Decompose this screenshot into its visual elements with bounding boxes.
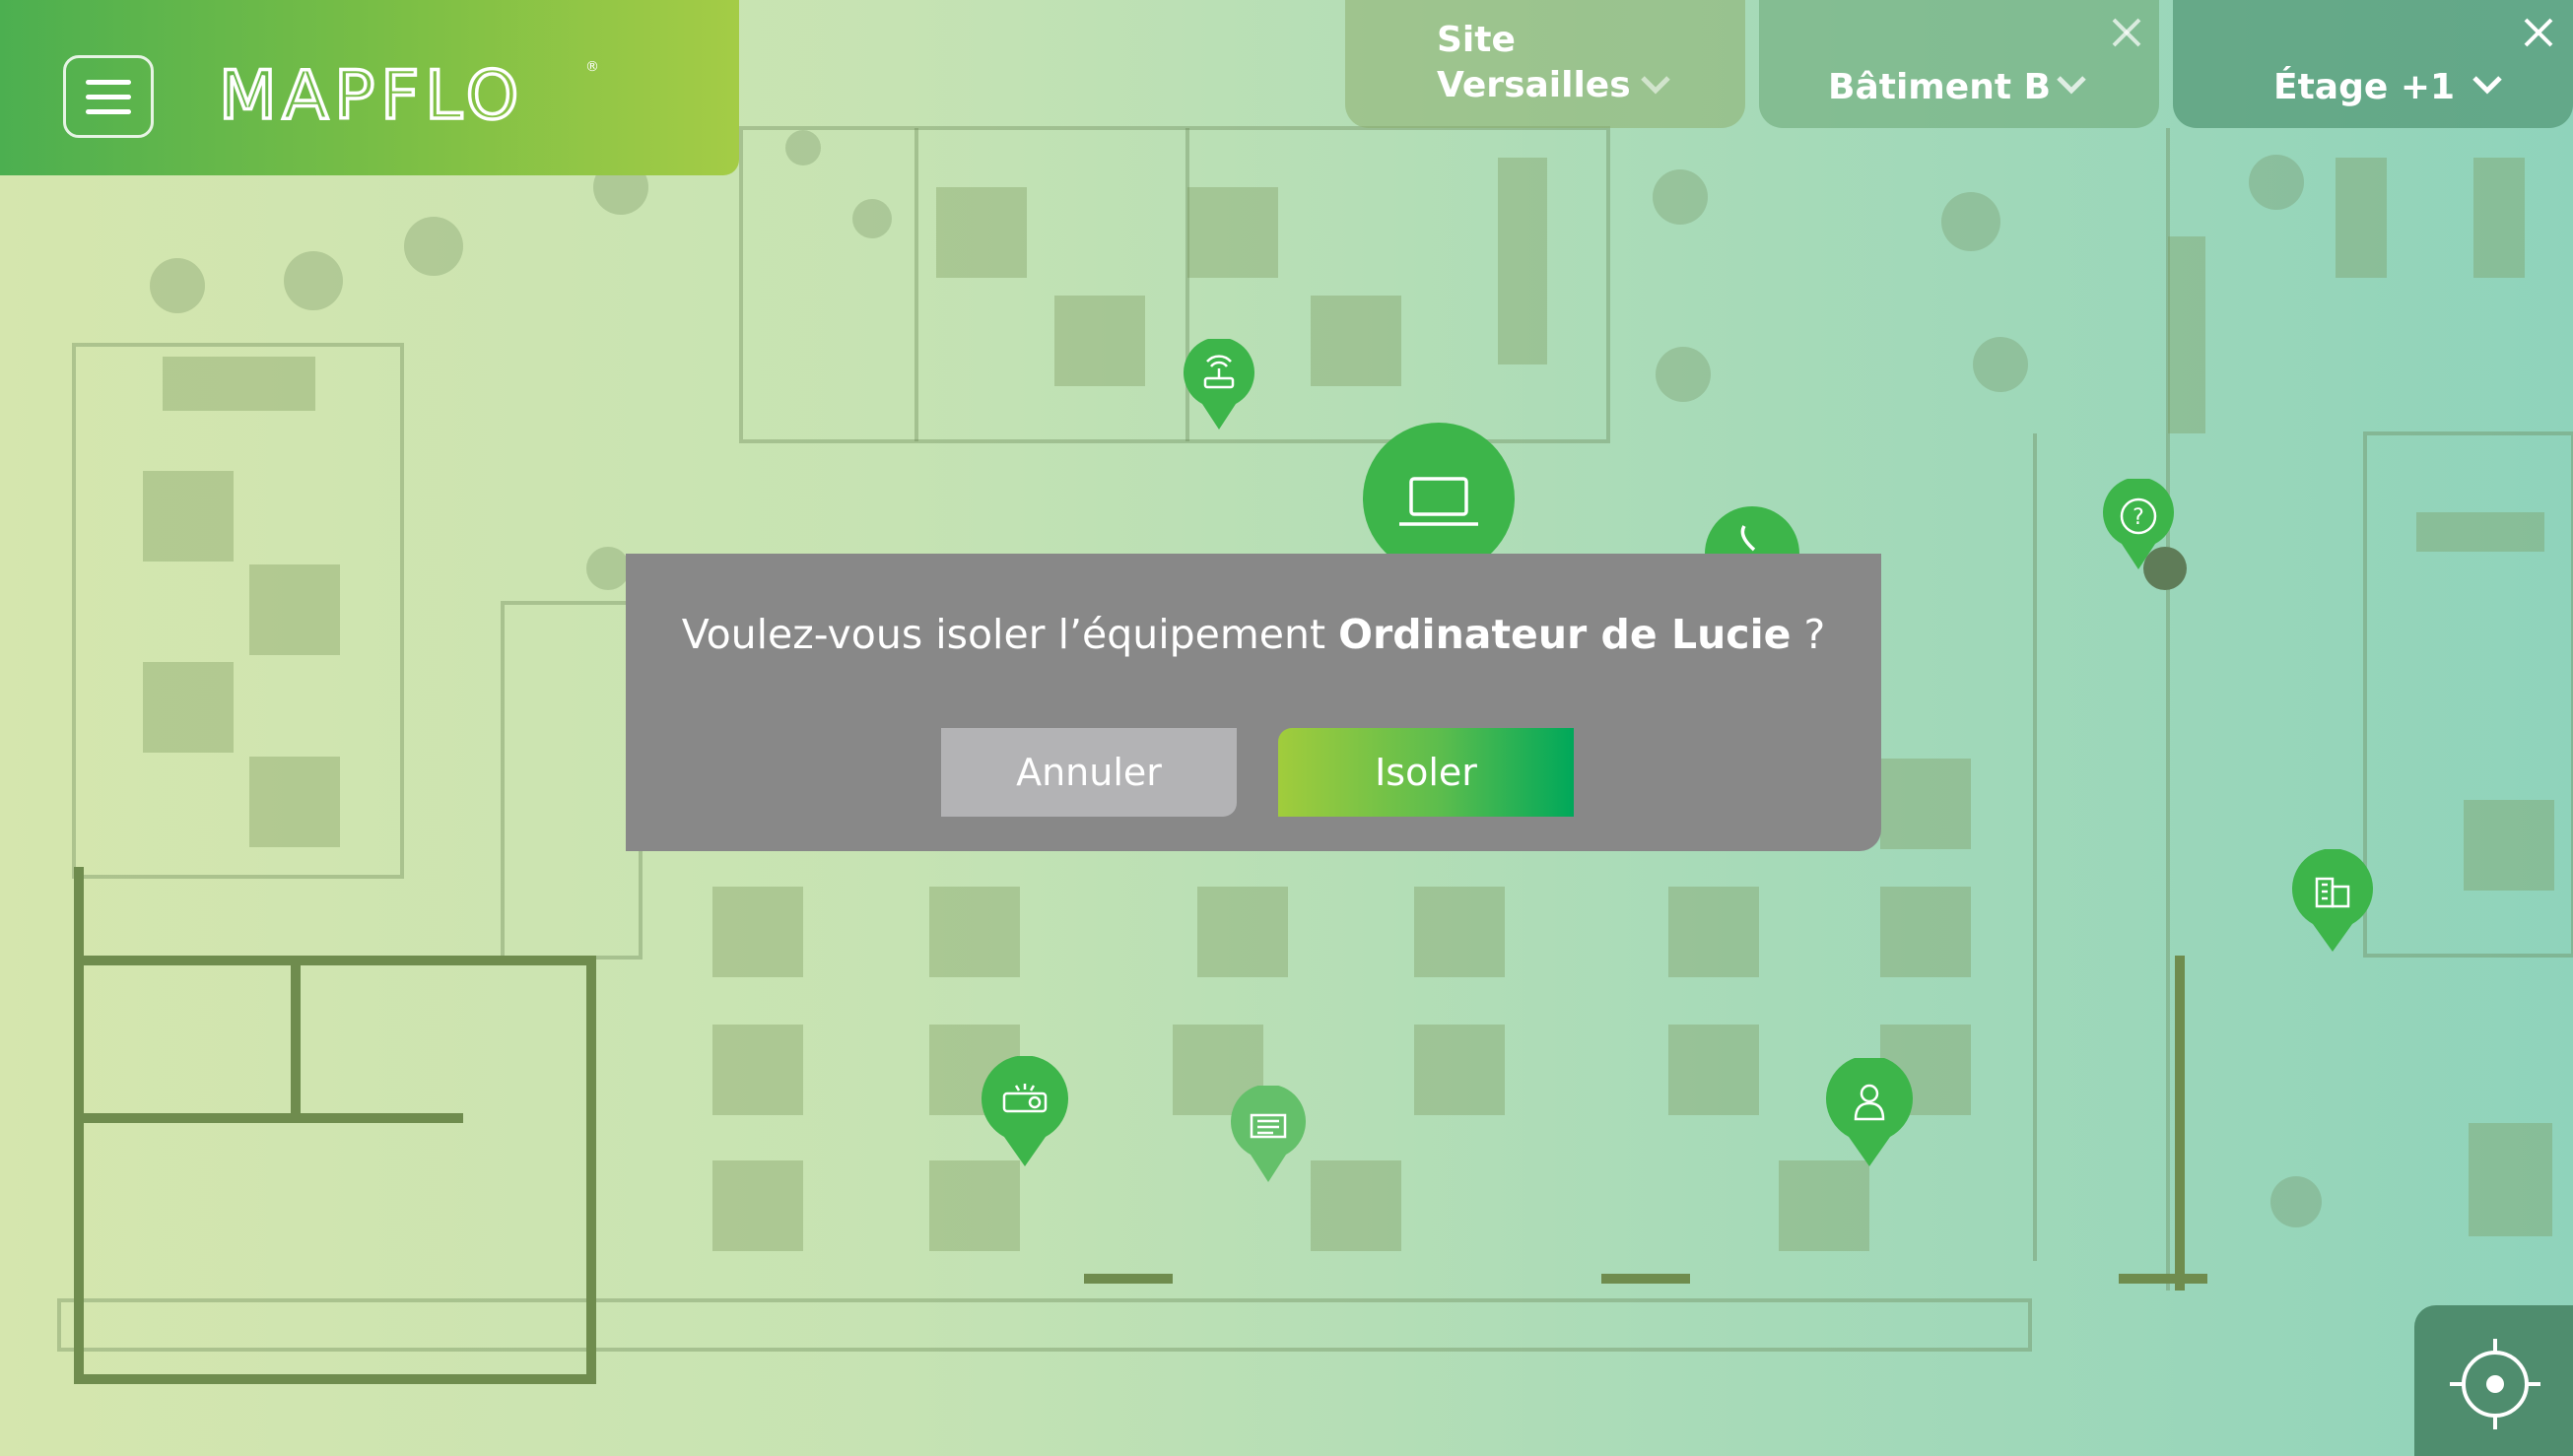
map-pin-phone[interactable] — [1705, 496, 1799, 554]
map-marker-dot — [2143, 547, 2187, 590]
brand-header: MAPFLO ® — [0, 0, 739, 175]
isolate-button[interactable]: Isoler — [1278, 728, 1574, 817]
svg-text:®: ® — [585, 59, 599, 75]
map-pin-wifi[interactable] — [1183, 339, 1255, 430]
site-selector-label: Site — [1437, 20, 1516, 60]
chevron-down-icon — [1641, 76, 1670, 95]
mapflo-logo: MAPFLO ® — [219, 55, 599, 136]
isolate-confirmation-dialog: Voulez-vous isoler l’équipement Ordinate… — [626, 554, 1881, 851]
locate-button[interactable] — [2414, 1305, 2573, 1456]
batiment-selector-value: Bâtiment B — [1828, 67, 2052, 107]
clear-batiment-close-icon[interactable] — [2110, 16, 2143, 49]
map-pin-laptop-selected[interactable] — [1362, 422, 1516, 569]
locate-crosshair-icon — [2450, 1339, 2540, 1429]
menu-button[interactable] — [63, 55, 154, 138]
chevron-down-icon — [2057, 76, 2086, 95]
map-view[interactable]: ? MAPFLO ® Site Versailles Bâtiment B Ét… — [0, 0, 2573, 1456]
equipment-name: Ordinateur de Lucie — [1338, 611, 1792, 658]
svg-text:?: ? — [2133, 505, 2144, 530]
chevron-down-icon — [2472, 76, 2502, 95]
clear-etage-close-icon[interactable] — [2522, 16, 2555, 49]
map-pin-projector[interactable] — [981, 1056, 1069, 1166]
etage-selector[interactable]: Étage +1 — [2173, 0, 2573, 128]
etage-selector-value: Étage +1 — [2273, 67, 2456, 107]
map-pin-printer[interactable] — [1230, 1086, 1307, 1182]
site-selector-value: Versailles — [1437, 65, 1631, 105]
hamburger-menu-icon — [86, 80, 131, 85]
dialog-message: Voulez-vous isoler l’équipement Ordinate… — [626, 611, 1881, 658]
dialog-question-prefix: Voulez-vous isoler l’équipement — [681, 611, 1339, 658]
map-pin-person[interactable] — [1825, 1058, 1914, 1166]
batiment-selector[interactable]: Bâtiment B — [1759, 0, 2159, 128]
site-selector[interactable]: Site Versailles — [1345, 0, 1745, 128]
dialog-question-suffix: ? — [1791, 611, 1826, 658]
svg-text:MAPFLO: MAPFLO — [219, 57, 524, 135]
map-pin-building[interactable] — [2291, 849, 2374, 954]
cancel-button[interactable]: Annuler — [941, 728, 1237, 817]
